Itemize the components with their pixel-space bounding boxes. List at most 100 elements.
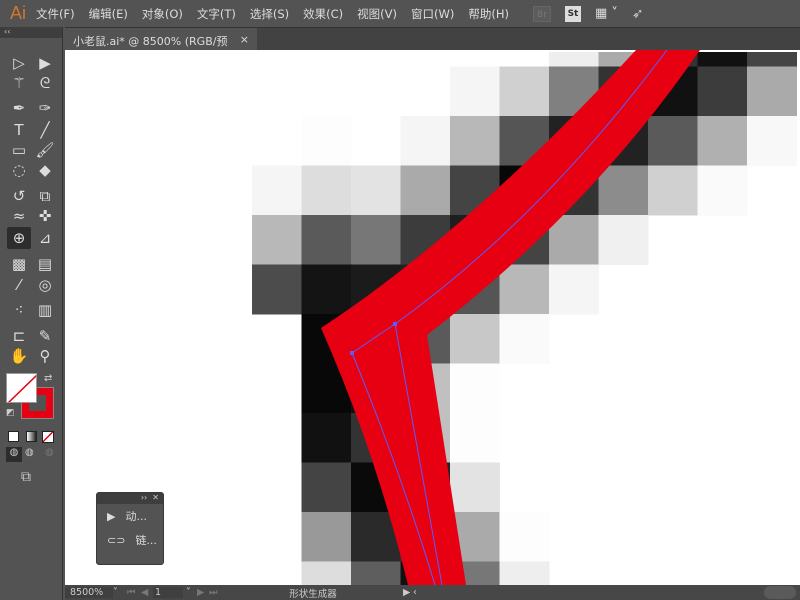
pixel-cell [747,52,797,67]
pixel-cell [301,462,352,513]
gradient-mode-icon[interactable] [26,431,37,442]
lasso-icon[interactable]: ᘓ [33,72,57,94]
pixel-cell [499,512,550,562]
artboard-dropdown-icon[interactable]: ˅ [183,587,197,598]
pixel-cell [697,116,748,166]
zoom-tool-icon[interactable]: ⚲ [33,345,57,367]
feather-icon[interactable]: ➶ [632,6,644,22]
pixel-cell [697,52,748,67]
symbol-sprayer-icon[interactable]: ⁖ [7,299,31,321]
pen-tool-icon[interactable]: ✒ [7,97,31,119]
pixel-cell [301,116,352,166]
close-tab-icon[interactable]: × [240,33,249,46]
warp-tool-icon[interactable]: ≈ [7,205,31,227]
panel-item-links[interactable]: ⊂⊃ 链... [97,528,163,552]
rotate-tool-icon[interactable]: ↺ [7,185,31,207]
selection-tool-icon[interactable]: ▷ [7,52,31,74]
type-tool-icon[interactable]: T [7,119,31,141]
pixel-cell [499,314,550,364]
menu-edit[interactable]: 编辑(E) [89,6,128,22]
hand-tool-icon[interactable]: ✋ [7,345,31,367]
draw-normal-icon[interactable]: ◍ [6,447,22,462]
artboard-tool-icon[interactable]: ⊏ [7,325,31,347]
swap-colors-icon[interactable]: ⇄ [44,373,52,384]
menu-effect[interactable]: 效果(C) [303,6,343,22]
menu-file[interactable]: 文件(F) [36,6,75,22]
last-artboard-icon[interactable]: ⏭ [209,587,223,598]
rectangle-tool-icon[interactable]: ▭ [7,139,31,161]
mesh-tool-icon[interactable]: ▩ [7,253,31,275]
current-tool-label[interactable]: 形状生成器 [223,586,403,600]
pixel-cell [450,363,500,414]
fill-swatch[interactable] [6,373,37,403]
app-logo: Ai [9,3,26,23]
next-artboard-icon[interactable]: ▶ [197,587,209,598]
pixel-cell [301,215,352,265]
document-tab-title: 小老鼠.ai* @ 8500% (RGB/预览) [73,35,228,64]
panel-item-actions[interactable]: ▶ 动... [97,504,163,528]
pixel-cell [351,215,401,265]
link-icon: ⊂⊃ [107,533,126,547]
pixel-cell [747,66,797,117]
magic-wand-icon[interactable]: ⚚ [7,72,31,94]
gradient-tool-icon[interactable]: ▤ [33,253,57,275]
anchor-point [393,322,397,326]
menu-window[interactable]: 窗口(W) [411,6,454,22]
paintbrush-icon[interactable]: 🖌 [33,139,57,161]
scale-tool-icon[interactable]: ⧉ [33,185,57,207]
default-colors-icon[interactable]: ◩ [6,408,15,418]
scroll-left-icon[interactable]: ‹ [413,587,423,598]
first-artboard-icon[interactable]: ⏮ [127,587,141,598]
pixel-cell [301,512,352,562]
pixel-cell [351,165,401,216]
zoom-dropdown-icon[interactable]: ˅ [113,587,127,598]
horizontal-scrollbar-thumb[interactable] [764,586,796,599]
menu-object[interactable]: 对象(O) [142,6,183,22]
screen-mode-icon[interactable]: ⧉ [21,469,31,485]
menu-help[interactable]: 帮助(H) [468,6,509,22]
panel-header[interactable]: ›› ✕ [97,493,163,504]
pixel-cell [697,66,748,117]
panel-item-label: 动... [125,510,147,523]
none-mode-icon[interactable] [42,431,54,443]
perspective-grid-icon[interactable]: ⊿ [33,227,57,249]
line-tool-icon[interactable]: ╱ [33,119,57,141]
artboard-number-field[interactable]: 1 [153,587,183,598]
shape-builder-tool-icon[interactable]: ⊕ [7,227,31,249]
panel-item-label: 链... [135,534,157,547]
color-mode-icon[interactable] [8,431,19,442]
draw-behind-icon[interactable]: ◍ [25,447,34,458]
prev-artboard-icon[interactable]: ◀ [141,587,153,598]
pixel-cell [400,165,451,216]
pixel-cell [252,264,302,315]
eraser-icon[interactable]: ◆ [33,159,57,181]
artboard-canvas[interactable] [65,50,800,585]
workspace-layout-icon[interactable]: ▦ ˅ [595,6,618,21]
pixel-cell [499,66,550,117]
puppet-warp-icon[interactable]: ✜ [33,205,57,227]
direct-selection-tool-icon[interactable]: ▶ [33,52,57,74]
floating-panel: ›› ✕ ▶ 动... ⊂⊃ 链... [96,492,164,565]
eyedropper-icon[interactable]: ⁄ [7,274,31,296]
slice-tool-icon[interactable]: ✎ [33,325,57,347]
bridge-button[interactable]: Br [532,5,551,22]
graph-tool-icon[interactable]: ▥ [33,299,57,321]
pixel-cell [747,116,797,166]
blend-tool-icon[interactable]: ◎ [33,274,57,296]
anchor-point [350,351,354,355]
status-menu-icon[interactable]: ▶ [403,587,413,598]
pixel-cell [301,264,352,315]
document-tab[interactable]: 小老鼠.ai* @ 8500% (RGB/预览) × [65,28,257,64]
zoom-field[interactable]: 8500% [65,587,113,598]
stock-button[interactable]: St [564,5,581,22]
pixel-cell [400,116,451,166]
menu-type[interactable]: 文字(T) [197,6,236,22]
collapse-toolbar-button[interactable]: ‹‹ [0,27,62,38]
menu-view[interactable]: 视图(V) [357,6,397,22]
curvature-tool-icon[interactable]: ✑ [33,97,57,119]
tools-panel: ‹‹ ▷ ▶ ⚚ ᘓ ✒ ✑ T ╱ ▭ 🖌 ◌ ◆ ↺ ⧉ ≈ ✜ ⊕ ⊿ ▩… [0,27,63,600]
draw-inside-icon[interactable]: ◍ [45,447,54,458]
menu-select[interactable]: 选择(S) [250,6,289,22]
pixel-cell [301,413,352,463]
shaper-tool-icon[interactable]: ◌ [7,159,31,181]
